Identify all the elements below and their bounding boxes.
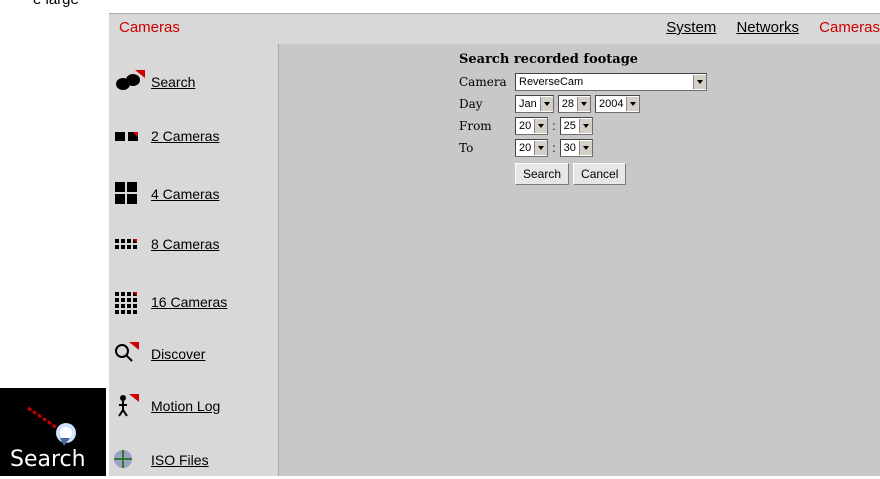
magnifier-icon	[111, 340, 147, 368]
chevron-down-icon	[578, 119, 592, 133]
nav-cameras[interactable]: Cameras	[819, 19, 880, 36]
year-select[interactable]: 2004	[595, 95, 641, 113]
eight-grid-icon	[111, 230, 147, 258]
to-label: To	[459, 141, 474, 155]
time-separator: :	[552, 119, 556, 133]
camera-row: Camera ReverseCam	[459, 71, 711, 93]
nav-networks[interactable]: Networks	[736, 19, 799, 36]
from-hour-select[interactable]: 20	[515, 117, 549, 135]
chevron-down-icon	[534, 119, 548, 133]
day-row: Day Jan 28 2004	[459, 93, 711, 115]
sidebar-item-label: 8 Cameras	[151, 236, 220, 252]
two-squares-icon	[111, 122, 147, 150]
day-label: Day	[459, 97, 483, 111]
to-hour-select[interactable]: 20	[515, 139, 549, 157]
top-clipped-text: e large	[33, 0, 79, 8]
sidebar-item-8-cameras[interactable]: 8 Cameras	[111, 226, 276, 262]
disc-icon	[111, 446, 147, 474]
sidebar-item-label: Discover	[151, 346, 206, 362]
sidebar-item-2-cameras[interactable]: 2 Cameras	[111, 118, 276, 154]
time-separator: :	[552, 141, 556, 155]
chevron-down-icon	[539, 97, 553, 111]
chevron-down-icon	[577, 97, 590, 111]
top-nav: System Networks Cameras	[650, 19, 880, 36]
sidebar-item-label: Search	[151, 74, 196, 90]
header-bar: Cameras System Networks Cameras	[109, 13, 880, 44]
chevron-down-icon	[534, 141, 548, 155]
nav-system[interactable]: System	[666, 19, 716, 36]
from-row: From 20 : 25	[459, 115, 711, 137]
sidebar: Search 2 Cameras 4 Cameras 8 Cameras 16 …	[109, 44, 279, 476]
sidebar-item-motion-log[interactable]: Motion Log	[111, 388, 276, 424]
to-row: To 20 : 30	[459, 137, 711, 159]
running-person-icon	[111, 392, 147, 420]
sixteen-grid-icon	[111, 288, 147, 316]
sidebar-item-label: Motion Log	[151, 398, 221, 414]
form-buttons: Search Cancel	[515, 163, 711, 185]
sidebar-item-search[interactable]: Search	[111, 64, 276, 100]
search-form: Search recorded footage Camera ReverseCa…	[459, 52, 711, 185]
from-label: From	[459, 119, 492, 133]
from-minute-select[interactable]: 25	[559, 117, 593, 135]
cancel-button[interactable]: Cancel	[573, 163, 627, 185]
search-logo: Search	[0, 388, 106, 476]
page-title: Cameras	[119, 19, 180, 36]
chevron-down-icon	[578, 141, 592, 155]
day-select[interactable]: 28	[557, 95, 591, 113]
to-minute-select[interactable]: 30	[559, 139, 593, 157]
sidebar-item-label: 2 Cameras	[151, 128, 220, 144]
camera-label: Camera	[459, 75, 507, 89]
main-panel: Search recorded footage Camera ReverseCa…	[279, 44, 880, 476]
sidebar-item-16-cameras[interactable]: 16 Cameras	[111, 284, 276, 320]
sidebar-item-label: 16 Cameras	[151, 294, 228, 310]
form-title: Search recorded footage	[459, 52, 639, 67]
sidebar-item-iso-files[interactable]: ISO Files	[111, 442, 276, 478]
chevron-down-icon	[626, 97, 640, 111]
binoculars-icon	[111, 68, 147, 96]
month-select[interactable]: Jan	[515, 95, 554, 113]
four-grid-icon	[111, 180, 147, 208]
camera-select[interactable]: ReverseCam	[515, 73, 707, 91]
sidebar-item-4-cameras[interactable]: 4 Cameras	[111, 176, 276, 212]
sidebar-item-label: 4 Cameras	[151, 186, 220, 202]
search-button[interactable]: Search	[515, 163, 570, 185]
logo-text: Search	[10, 447, 86, 472]
sidebar-item-label: ISO Files	[151, 452, 209, 468]
sidebar-item-discover[interactable]: Discover	[111, 336, 276, 372]
chevron-down-icon	[693, 75, 706, 89]
